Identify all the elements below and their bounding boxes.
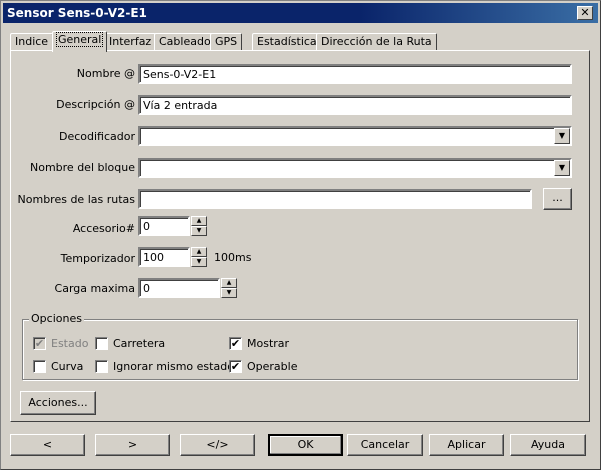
check-icon: ✔ bbox=[229, 360, 242, 373]
tab-estadistica[interactable]: Estadística bbox=[252, 33, 322, 51]
code-button[interactable]: </> bbox=[180, 434, 255, 456]
acciones-button[interactable]: Acciones... bbox=[20, 391, 96, 415]
accesorio-input[interactable]: 0 bbox=[138, 216, 190, 236]
tab-gps[interactable]: GPS bbox=[210, 33, 243, 51]
spin-up-icon[interactable]: ▲ bbox=[221, 278, 237, 288]
nombre-bloque-label: Nombre del bloque bbox=[30, 161, 135, 174]
tab-label: Cableado bbox=[159, 35, 211, 48]
temporizador-unit: 100ms bbox=[214, 251, 252, 264]
nombres-rutas-label: Nombres de las rutas bbox=[17, 193, 135, 206]
nombre-bloque-select[interactable]: ▼ bbox=[138, 158, 572, 178]
ok-button[interactable]: OK bbox=[268, 434, 343, 456]
nombre-input[interactable]: Sens-0-V2-E1 bbox=[138, 64, 572, 84]
next-button[interactable]: > bbox=[95, 434, 170, 456]
nombre-label: Nombre @ bbox=[76, 67, 135, 80]
mostrar-label: Mostrar bbox=[247, 337, 290, 350]
general-panel: Nombre @ Sens-0-V2-E1 Descripción @ Vía … bbox=[10, 50, 590, 422]
spin-down-icon[interactable]: ▼ bbox=[221, 288, 237, 298]
close-icon: ✕ bbox=[580, 6, 590, 19]
tab-label: Dirección de la Ruta bbox=[321, 35, 432, 48]
title-bar: Sensor Sens-0-V2-E1 ✕ bbox=[3, 3, 598, 23]
spin-down-icon[interactable]: ▼ bbox=[191, 226, 207, 236]
accesorio-label: Accesorio# bbox=[72, 222, 135, 235]
ignorar-label: Ignorar mismo estado bbox=[113, 360, 234, 373]
tab-label: General bbox=[55, 32, 104, 47]
checkbox-box bbox=[95, 337, 108, 350]
tab-label: Indice bbox=[15, 35, 49, 48]
carga-maxima-input[interactable]: 0 bbox=[138, 278, 220, 298]
check-icon: ✔ bbox=[229, 337, 242, 350]
decodificador-select[interactable]: ▼ bbox=[138, 126, 572, 146]
tab-label: Estadística bbox=[257, 35, 317, 48]
prev-button[interactable]: < bbox=[10, 434, 85, 456]
cancel-button[interactable]: Cancelar bbox=[347, 434, 423, 456]
checkbox-box bbox=[33, 360, 46, 373]
opciones-title: Opciones bbox=[29, 312, 84, 325]
estado-checkbox: ✔ Estado bbox=[33, 337, 88, 351]
tab-indice[interactable]: Indice bbox=[10, 33, 54, 51]
temporizador-spinner[interactable]: ▲ ▼ bbox=[191, 247, 207, 267]
carretera-checkbox[interactable]: Carretera bbox=[95, 337, 165, 351]
decodificador-label: Decodificador bbox=[58, 130, 135, 143]
window-title: Sensor Sens-0-V2-E1 bbox=[7, 6, 147, 20]
chevron-down-icon[interactable]: ▼ bbox=[554, 160, 570, 176]
sensor-dialog: Sensor Sens-0-V2-E1 ✕ Indice General Int… bbox=[0, 0, 601, 470]
tab-general[interactable]: General bbox=[52, 31, 108, 52]
curva-checkbox[interactable]: Curva bbox=[33, 360, 83, 374]
apply-button[interactable]: Aplicar bbox=[429, 434, 504, 456]
estado-label: Estado bbox=[51, 337, 89, 350]
descripcion-input[interactable]: Vía 2 entrada bbox=[138, 95, 572, 115]
mostrar-checkbox[interactable]: ✔ Mostrar bbox=[229, 337, 289, 351]
tab-label: Interfaz bbox=[109, 35, 152, 48]
carga-maxima-label: Carga maxima bbox=[54, 282, 135, 295]
spin-down-icon[interactable]: ▼ bbox=[191, 257, 207, 267]
curva-label: Curva bbox=[51, 360, 84, 373]
operable-label: Operable bbox=[247, 360, 298, 373]
ignorar-checkbox[interactable]: Ignorar mismo estado bbox=[95, 360, 234, 374]
opciones-group: Opciones ✔ Estado Carretera ✔ Mostrar Curv… bbox=[22, 312, 578, 380]
chevron-down-icon[interactable]: ▼ bbox=[554, 128, 570, 144]
spin-up-icon[interactable]: ▲ bbox=[191, 247, 207, 257]
help-button[interactable]: Ayuda bbox=[510, 434, 586, 456]
accesorio-spinner[interactable]: ▲ ▼ bbox=[191, 216, 207, 236]
tab-interfaz[interactable]: Interfaz bbox=[104, 33, 157, 51]
checkbox-box bbox=[95, 360, 108, 373]
tab-label: GPS bbox=[215, 35, 238, 48]
tab-cableado[interactable]: Cableado bbox=[154, 33, 216, 51]
close-button[interactable]: ✕ bbox=[577, 6, 593, 20]
browse-rutas-button[interactable]: ... bbox=[543, 188, 572, 210]
spin-up-icon[interactable]: ▲ bbox=[191, 216, 207, 226]
operable-checkbox[interactable]: ✔ Operable bbox=[229, 360, 297, 374]
check-icon: ✔ bbox=[33, 337, 46, 350]
carretera-label: Carretera bbox=[113, 337, 166, 350]
descripcion-label: Descripción @ bbox=[56, 98, 135, 111]
nombres-rutas-input[interactable] bbox=[138, 189, 532, 209]
carga-maxima-spinner[interactable]: ▲ ▼ bbox=[221, 278, 237, 298]
temporizador-label: Temporizador bbox=[60, 252, 135, 265]
temporizador-input[interactable]: 100 bbox=[138, 247, 190, 267]
tab-direccion-ruta[interactable]: Dirección de la Ruta bbox=[316, 33, 437, 51]
